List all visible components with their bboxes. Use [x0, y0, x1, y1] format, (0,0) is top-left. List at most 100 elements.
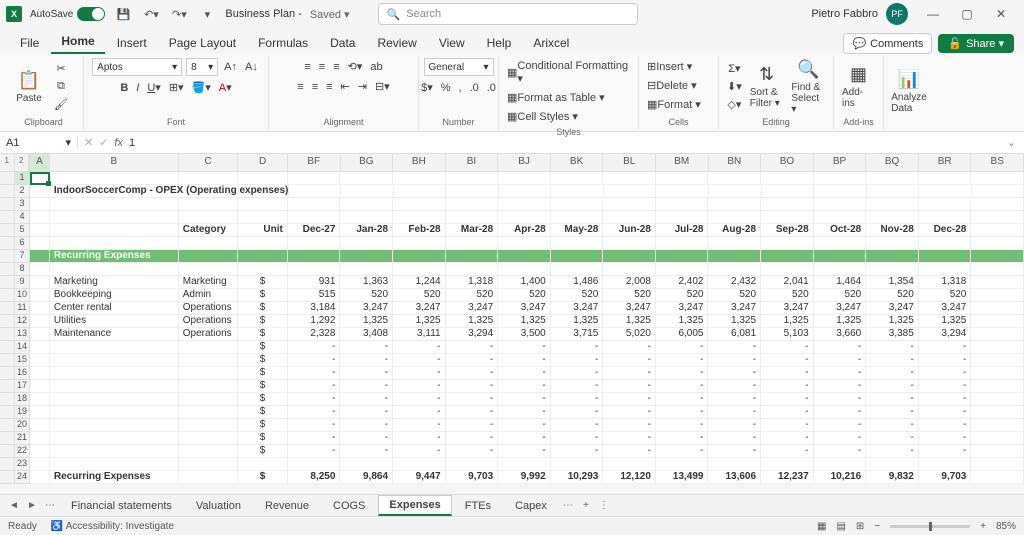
row-header-1[interactable]: 1: [0, 172, 29, 185]
cell[interactable]: -: [393, 406, 446, 419]
share-button[interactable]: 🔓 Share ▾: [938, 34, 1014, 53]
cell[interactable]: -: [814, 354, 867, 367]
tab-view[interactable]: View: [429, 32, 475, 54]
cell[interactable]: 3,247: [866, 302, 919, 315]
currency-icon[interactable]: $▾: [419, 79, 435, 96]
cell[interactable]: [446, 211, 499, 224]
avatar[interactable]: PF: [886, 3, 908, 25]
col-header-BG[interactable]: BG: [341, 154, 394, 171]
cell[interactable]: -: [761, 406, 814, 419]
comma-icon[interactable]: ,: [457, 80, 464, 96]
cell[interactable]: [708, 211, 761, 224]
cell[interactable]: -: [551, 445, 604, 458]
cell[interactable]: [551, 185, 604, 198]
cell[interactable]: [708, 237, 761, 250]
cell[interactable]: [50, 237, 179, 250]
cell[interactable]: [971, 289, 1024, 302]
delete-cells-button[interactable]: ⊟ Delete ▾: [645, 77, 699, 94]
close-button[interactable]: ✕: [984, 2, 1018, 26]
cell[interactable]: [919, 263, 972, 276]
cell[interactable]: -: [814, 406, 867, 419]
cell[interactable]: -: [656, 367, 709, 380]
cell[interactable]: [919, 250, 972, 263]
cell[interactable]: [603, 172, 656, 185]
redo-icon[interactable]: ↷▾: [169, 4, 189, 24]
cell-styles-button[interactable]: ▦ Cell Styles ▾: [505, 108, 580, 125]
cell[interactable]: -: [446, 419, 499, 432]
cell[interactable]: 1,325: [603, 315, 656, 328]
cell[interactable]: 3,247: [761, 302, 814, 315]
cell[interactable]: 10,293: [551, 471, 604, 484]
sheet-tab-financial[interactable]: Financial statements: [60, 496, 183, 516]
cell[interactable]: -: [656, 445, 709, 458]
tab-file[interactable]: File: [10, 32, 49, 54]
col-header-D[interactable]: D: [238, 154, 288, 171]
sheet-tab-cogs[interactable]: COGS: [322, 496, 376, 516]
cell[interactable]: Unit: [238, 224, 288, 237]
cell[interactable]: [551, 211, 604, 224]
format-painter-icon[interactable]: 🖌: [52, 96, 70, 113]
cell[interactable]: 1,325: [866, 315, 919, 328]
row-header-4[interactable]: 4: [0, 211, 29, 224]
cell[interactable]: -: [446, 354, 499, 367]
align-bottom-icon[interactable]: ≡: [331, 59, 341, 75]
cell[interactable]: 2,008: [603, 276, 656, 289]
qat-overflow-icon[interactable]: ▾: [197, 4, 217, 24]
align-right-icon[interactable]: ≡: [324, 79, 334, 95]
row-header-7[interactable]: 7: [0, 250, 29, 263]
sheet-nav-prev[interactable]: ◄: [6, 500, 22, 511]
cell[interactable]: $: [238, 341, 288, 354]
cell[interactable]: $: [238, 432, 288, 445]
cell[interactable]: [50, 406, 179, 419]
cell[interactable]: [30, 471, 50, 484]
cell[interactable]: [498, 211, 551, 224]
cell[interactable]: [498, 263, 551, 276]
cell[interactable]: -: [393, 445, 446, 458]
cell[interactable]: [814, 458, 867, 471]
cell[interactable]: [971, 458, 1024, 471]
cell[interactable]: [50, 211, 179, 224]
cell[interactable]: -: [603, 354, 656, 367]
cell[interactable]: -: [498, 419, 551, 432]
cell[interactable]: [656, 172, 709, 185]
outline-gutter[interactable]: 12: [0, 154, 30, 172]
cell[interactable]: 520: [340, 289, 393, 302]
cell[interactable]: Feb-28: [393, 224, 446, 237]
cell[interactable]: [238, 263, 288, 276]
tab-insert[interactable]: Insert: [107, 32, 157, 54]
col-header-BI[interactable]: BI: [446, 154, 499, 171]
cell[interactable]: [179, 458, 239, 471]
cell[interactable]: 2,328: [288, 328, 341, 341]
cell[interactable]: [289, 185, 342, 198]
cell[interactable]: [814, 198, 867, 211]
cell[interactable]: 520: [551, 289, 604, 302]
cell[interactable]: -: [866, 367, 919, 380]
cell[interactable]: 3,247: [656, 302, 709, 315]
cell[interactable]: [30, 250, 50, 263]
cell[interactable]: -: [340, 354, 393, 367]
dec-decimal-icon[interactable]: .0: [485, 80, 498, 96]
cell[interactable]: [288, 211, 341, 224]
cell[interactable]: Jul-28: [656, 224, 709, 237]
sheet-tab-capex[interactable]: Capex: [504, 496, 558, 516]
cell[interactable]: [971, 211, 1024, 224]
cell[interactable]: [288, 172, 341, 185]
cell[interactable]: [761, 172, 814, 185]
cell[interactable]: [288, 237, 341, 250]
cell[interactable]: [30, 328, 50, 341]
cell[interactable]: Apr-28: [498, 224, 551, 237]
cell[interactable]: -: [866, 445, 919, 458]
cell[interactable]: -: [340, 341, 393, 354]
cell[interactable]: [179, 419, 239, 432]
cell[interactable]: 1,363: [340, 276, 393, 289]
cell[interactable]: Jun-28: [603, 224, 656, 237]
cell[interactable]: -: [551, 367, 604, 380]
cell[interactable]: [814, 172, 867, 185]
tab-home[interactable]: Home: [51, 30, 104, 54]
cell[interactable]: [603, 458, 656, 471]
cell[interactable]: -: [446, 406, 499, 419]
cell[interactable]: [971, 224, 1024, 237]
cell[interactable]: [50, 445, 179, 458]
cell[interactable]: [866, 198, 919, 211]
cell[interactable]: [656, 263, 709, 276]
